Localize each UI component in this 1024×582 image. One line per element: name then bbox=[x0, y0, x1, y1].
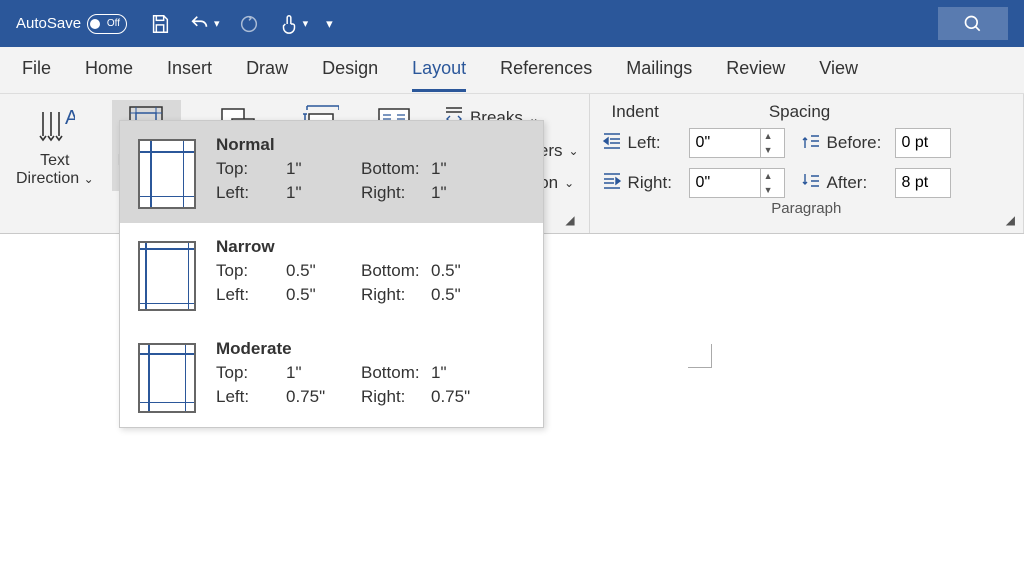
spin-up[interactable]: ▲ bbox=[761, 129, 776, 143]
indent-left-label: Left: bbox=[628, 133, 683, 153]
indent-title: Indent bbox=[612, 102, 659, 122]
tab-references[interactable]: References bbox=[500, 48, 592, 92]
autosave-toggle[interactable]: Off bbox=[87, 14, 127, 34]
margin-option-name: Moderate bbox=[216, 339, 525, 359]
text-direction-button[interactable]: A TextDirection ⌄ bbox=[10, 100, 100, 191]
tab-insert[interactable]: Insert bbox=[167, 48, 212, 92]
spacing-before-input[interactable] bbox=[896, 132, 948, 154]
page-corner-mark bbox=[688, 344, 712, 368]
tab-home[interactable]: Home bbox=[85, 48, 133, 92]
autosave-control[interactable]: AutoSave Off bbox=[16, 14, 127, 34]
page-setup-dialog-launcher[interactable]: ◢ bbox=[565, 213, 574, 227]
paragraph-dialog-launcher[interactable]: ◢ bbox=[1006, 213, 1015, 227]
undo-button[interactable]: ▾ bbox=[189, 13, 220, 35]
spacing-after-label: After: bbox=[827, 173, 889, 193]
text-direction-label-2: Direction bbox=[16, 170, 79, 187]
search-button[interactable] bbox=[938, 7, 1008, 40]
margins-option-moderate[interactable]: ModerateTop:1"Left:0.75"Bottom:1"Right:0… bbox=[120, 325, 543, 427]
spacing-title: Spacing bbox=[769, 102, 830, 122]
tab-draw[interactable]: Draw bbox=[246, 48, 288, 92]
customize-qat-button[interactable]: ▾ bbox=[326, 16, 333, 32]
tab-view[interactable]: View bbox=[819, 48, 858, 92]
tab-review[interactable]: Review bbox=[726, 48, 785, 92]
margin-swatch-icon bbox=[138, 343, 196, 413]
touch-mode-button[interactable]: ▾ bbox=[278, 13, 309, 35]
spacing-before-icon bbox=[801, 132, 821, 155]
text-direction-icon: A bbox=[35, 104, 75, 150]
indent-right-input[interactable] bbox=[690, 172, 760, 194]
spacing-after-spinner[interactable] bbox=[895, 168, 951, 198]
spacing-after-input[interactable] bbox=[896, 172, 948, 194]
toggle-knob bbox=[90, 19, 100, 29]
spin-down[interactable]: ▼ bbox=[761, 143, 776, 157]
margin-option-name: Narrow bbox=[216, 237, 525, 257]
toggle-text: Off bbox=[107, 18, 120, 29]
autosave-label: AutoSave bbox=[16, 15, 81, 32]
indent-left-input[interactable] bbox=[690, 132, 760, 154]
tab-file[interactable]: File bbox=[22, 48, 51, 92]
spacing-before-label: Before: bbox=[827, 133, 889, 153]
margin-swatch-icon bbox=[138, 241, 196, 311]
tab-design[interactable]: Design bbox=[322, 48, 378, 92]
margins-dropdown-menu: NormalTop:1"Left:1"Bottom:1"Right:1"Narr… bbox=[119, 120, 544, 428]
spin-up[interactable]: ▲ bbox=[761, 169, 776, 183]
quick-access-toolbar: ▾ ▾ ▾ bbox=[149, 13, 333, 35]
spacing-after-icon bbox=[801, 172, 821, 195]
title-bar: AutoSave Off ▾ ▾ ▾ bbox=[0, 0, 1024, 47]
ribbon-tabs: File Home Insert Draw Design Layout Refe… bbox=[0, 47, 1024, 94]
paragraph-caption: Paragraph bbox=[602, 198, 1011, 221]
indent-right-icon bbox=[602, 172, 622, 195]
margin-swatch-icon bbox=[138, 139, 196, 209]
indent-left-spinner[interactable]: ▲▼ bbox=[689, 128, 785, 158]
svg-text:A: A bbox=[65, 107, 75, 129]
spacing-before-spinner[interactable] bbox=[895, 128, 951, 158]
margins-option-narrow[interactable]: NarrowTop:0.5"Left:0.5"Bottom:0.5"Right:… bbox=[120, 223, 543, 325]
margin-option-name: Normal bbox=[216, 135, 525, 155]
margins-option-normal[interactable]: NormalTop:1"Left:1"Bottom:1"Right:1" bbox=[120, 121, 543, 223]
indent-right-label: Right: bbox=[628, 173, 683, 193]
tab-layout[interactable]: Layout bbox=[412, 48, 466, 92]
indent-left-icon bbox=[602, 132, 622, 155]
save-icon[interactable] bbox=[149, 13, 171, 35]
indent-right-spinner[interactable]: ▲▼ bbox=[689, 168, 785, 198]
spin-down[interactable]: ▼ bbox=[761, 183, 776, 197]
text-direction-label-1: Text bbox=[40, 152, 69, 169]
redo-icon[interactable] bbox=[238, 13, 260, 35]
tab-mailings[interactable]: Mailings bbox=[626, 48, 692, 92]
group-paragraph: Indent Spacing Left: ▲▼ Right: ▲▼ B bbox=[590, 94, 1024, 233]
